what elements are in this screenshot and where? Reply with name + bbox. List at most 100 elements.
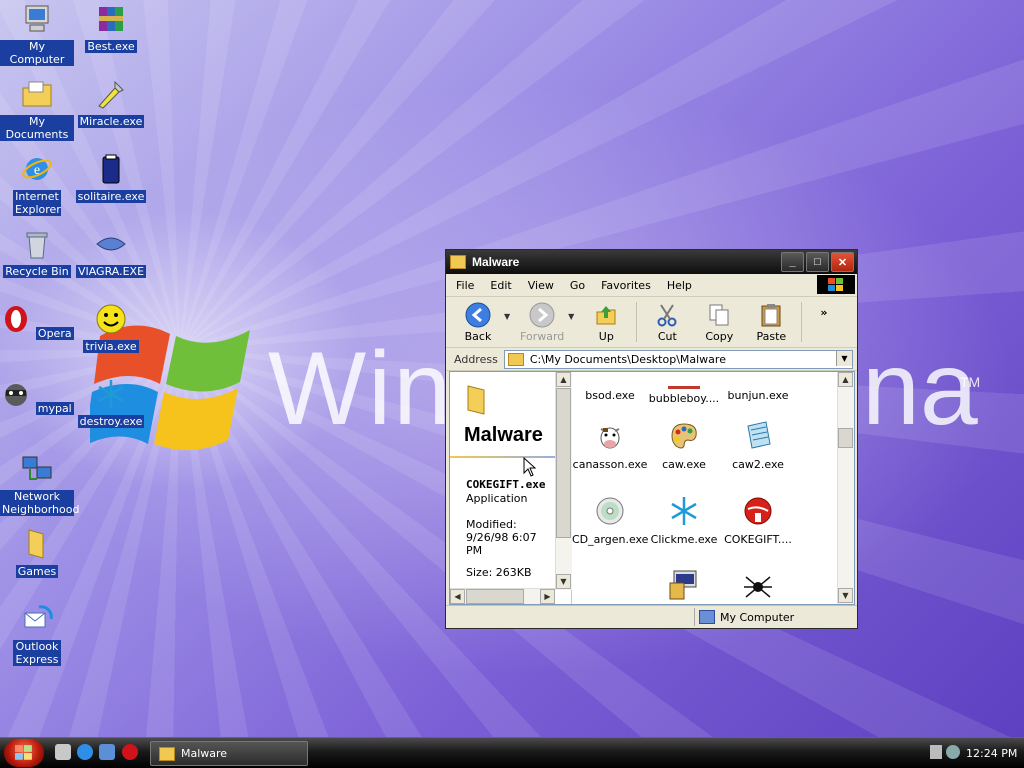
file-name: bubbleboy....	[648, 392, 720, 405]
back-dropdown-icon[interactable]: ▼	[504, 312, 510, 321]
folder-icon	[450, 255, 466, 269]
copy-button[interactable]: Copy	[693, 302, 745, 343]
desktop-icon-destroy-exe[interactable]: destroy.exe	[74, 378, 148, 428]
tray-network-icon[interactable]	[930, 745, 942, 759]
forward-dropdown-icon[interactable]: ▼	[568, 312, 574, 321]
toolbar-more-button[interactable]: »	[820, 306, 827, 319]
menu-file[interactable]: File	[446, 279, 480, 292]
wallpaper-trademark: TM	[960, 374, 981, 390]
desktop-icon-trivia-exe[interactable]: trivia.exe	[74, 303, 148, 353]
taskbar-window-malware[interactable]: Malware	[150, 741, 308, 766]
my-computer-icon	[699, 610, 715, 624]
file-item[interactable]: Clickme.exe	[646, 495, 722, 546]
desktop-icon-my-computer[interactable]: My Computer	[0, 3, 74, 66]
scroll-thumb[interactable]	[466, 589, 524, 604]
desktop-icon-opera[interactable]: Opera	[0, 303, 74, 340]
windows-logo-icon	[15, 745, 32, 760]
quicklaunch-outlook-icon[interactable]	[99, 744, 115, 760]
desktop-icon-games[interactable]: Games	[0, 528, 74, 578]
scroll-down-button[interactable]: ▼	[838, 588, 853, 603]
scroll-thumb[interactable]	[838, 428, 853, 448]
scroll-up-button[interactable]: ▲	[838, 372, 853, 387]
desktop-icon-label: Best.exe	[85, 40, 137, 53]
start-button[interactable]	[4, 739, 44, 767]
toolbar-separator	[801, 302, 803, 342]
address-dropdown-icon[interactable]: ▼	[836, 350, 852, 366]
quicklaunch-opera-icon[interactable]	[122, 744, 138, 760]
paste-clipboard-icon	[761, 303, 781, 326]
menu-go[interactable]: Go	[560, 279, 591, 292]
quicklaunch-desktop-icon[interactable]	[55, 744, 71, 760]
desktop-icon-network-neighborhood[interactable]: Network Neighborhood	[0, 453, 79, 516]
desktop-icon-outlook-express[interactable]: Outlook Express	[0, 603, 74, 666]
details-horizontal-scrollbar[interactable]: ◀ ▶	[450, 588, 555, 604]
file-item[interactable]: CD_argen.exe	[572, 495, 648, 546]
file-item[interactable]: bubbleboy....	[646, 372, 722, 405]
file-item[interactable]	[646, 569, 722, 604]
outlook-express-icon	[24, 605, 53, 628]
scroll-down-button[interactable]: ▼	[556, 574, 571, 589]
file-item[interactable]: caw.exe	[646, 420, 722, 471]
status-text: My Computer	[720, 610, 795, 624]
desktop-icon-label: Miracle.exe	[77, 115, 145, 128]
file-item[interactable]: bunjun.exe	[720, 372, 796, 402]
details-size: Size: 263KB	[466, 566, 532, 579]
desktop-icon-recycle-bin[interactable]: Recycle Bin	[0, 228, 74, 278]
desktop-icon-viagra-exe[interactable]: VIAGRA.EXE	[74, 228, 148, 278]
up-button[interactable]: Up	[580, 302, 632, 343]
file-name: bsod.exe	[585, 389, 635, 402]
folder-icon	[467, 385, 485, 415]
cow-icon	[600, 427, 620, 449]
my-computer-icon	[25, 5, 49, 32]
desktop-icon-internet-explorer[interactable]: e Internet Explorer	[0, 153, 74, 216]
solitaire-icon	[102, 154, 120, 184]
cut-button[interactable]: Cut	[641, 302, 693, 343]
minimize-button[interactable]: _	[781, 252, 804, 272]
desktop-icon-label: destroy.exe	[77, 415, 145, 428]
quicklaunch-internet-explorer-icon[interactable]	[77, 744, 93, 760]
tray-volume-icon[interactable]	[946, 745, 960, 759]
scroll-left-button[interactable]: ◀	[450, 589, 465, 604]
desktop-icon-best-exe[interactable]: Best.exe	[74, 3, 148, 53]
windows-flag-icon	[817, 275, 855, 294]
address-input[interactable]: C:\My Documents\Desktop\Malware ▼	[503, 349, 853, 369]
opera-icon	[5, 306, 28, 332]
desktop-icon-miracle-exe[interactable]: Miracle.exe	[74, 78, 148, 128]
scroll-thumb[interactable]	[556, 388, 571, 538]
files-vertical-scrollbar[interactable]: ▲ ▼	[837, 372, 854, 604]
paste-label: Paste	[756, 329, 787, 343]
file-item[interactable]: bsod.exe	[572, 372, 648, 402]
close-button[interactable]: ✕	[831, 252, 854, 272]
up-label: Up	[598, 329, 614, 343]
desktop-icon-label: Internet Explorer	[13, 190, 61, 216]
address-label: Address	[454, 352, 498, 366]
back-button[interactable]: Back	[452, 302, 504, 343]
forward-button[interactable]: Forward	[516, 302, 568, 343]
desktop-icon-mypal[interactable]: mypal	[0, 378, 74, 415]
file-item[interactable]: COKEGIFT....	[720, 495, 796, 546]
menu-view[interactable]: View	[518, 279, 560, 292]
details-file-name: COKEGIFT.exe	[466, 478, 546, 491]
scroll-up-button[interactable]: ▲	[556, 372, 571, 387]
address-bar: Address C:\My Documents\Desktop\Malware …	[446, 348, 857, 371]
explorer-window[interactable]: Malware _ □ ✕ File Edit View Go Favorite…	[445, 249, 858, 629]
smiley-icon	[96, 304, 126, 334]
spider-icon	[744, 576, 772, 598]
up-folder-icon	[596, 305, 616, 324]
menu-bar: File Edit View Go Favorites Help	[446, 274, 857, 297]
desktop-icon-my-documents[interactable]: My Documents	[0, 78, 74, 141]
scroll-right-button[interactable]: ▶	[540, 589, 555, 604]
menu-edit[interactable]: Edit	[480, 279, 517, 292]
file-item[interactable]: canasson.exe	[572, 420, 648, 471]
file-item[interactable]: caw2.exe	[720, 420, 796, 471]
window-titlebar[interactable]: Malware _ □ ✕	[446, 250, 857, 274]
desktop-icon-solitaire-exe[interactable]: solitaire.exe	[74, 153, 148, 203]
desktop-icon-label: Outlook Express	[13, 640, 61, 666]
menu-favorites[interactable]: Favorites	[591, 279, 657, 292]
details-vertical-scrollbar[interactable]: ▲ ▼	[555, 372, 572, 590]
clock[interactable]: 12:24 PM	[966, 747, 1017, 760]
menu-help[interactable]: Help	[657, 279, 698, 292]
maximize-button[interactable]: □	[806, 252, 829, 272]
file-item[interactable]	[720, 569, 796, 604]
paste-button[interactable]: Paste	[745, 302, 797, 343]
